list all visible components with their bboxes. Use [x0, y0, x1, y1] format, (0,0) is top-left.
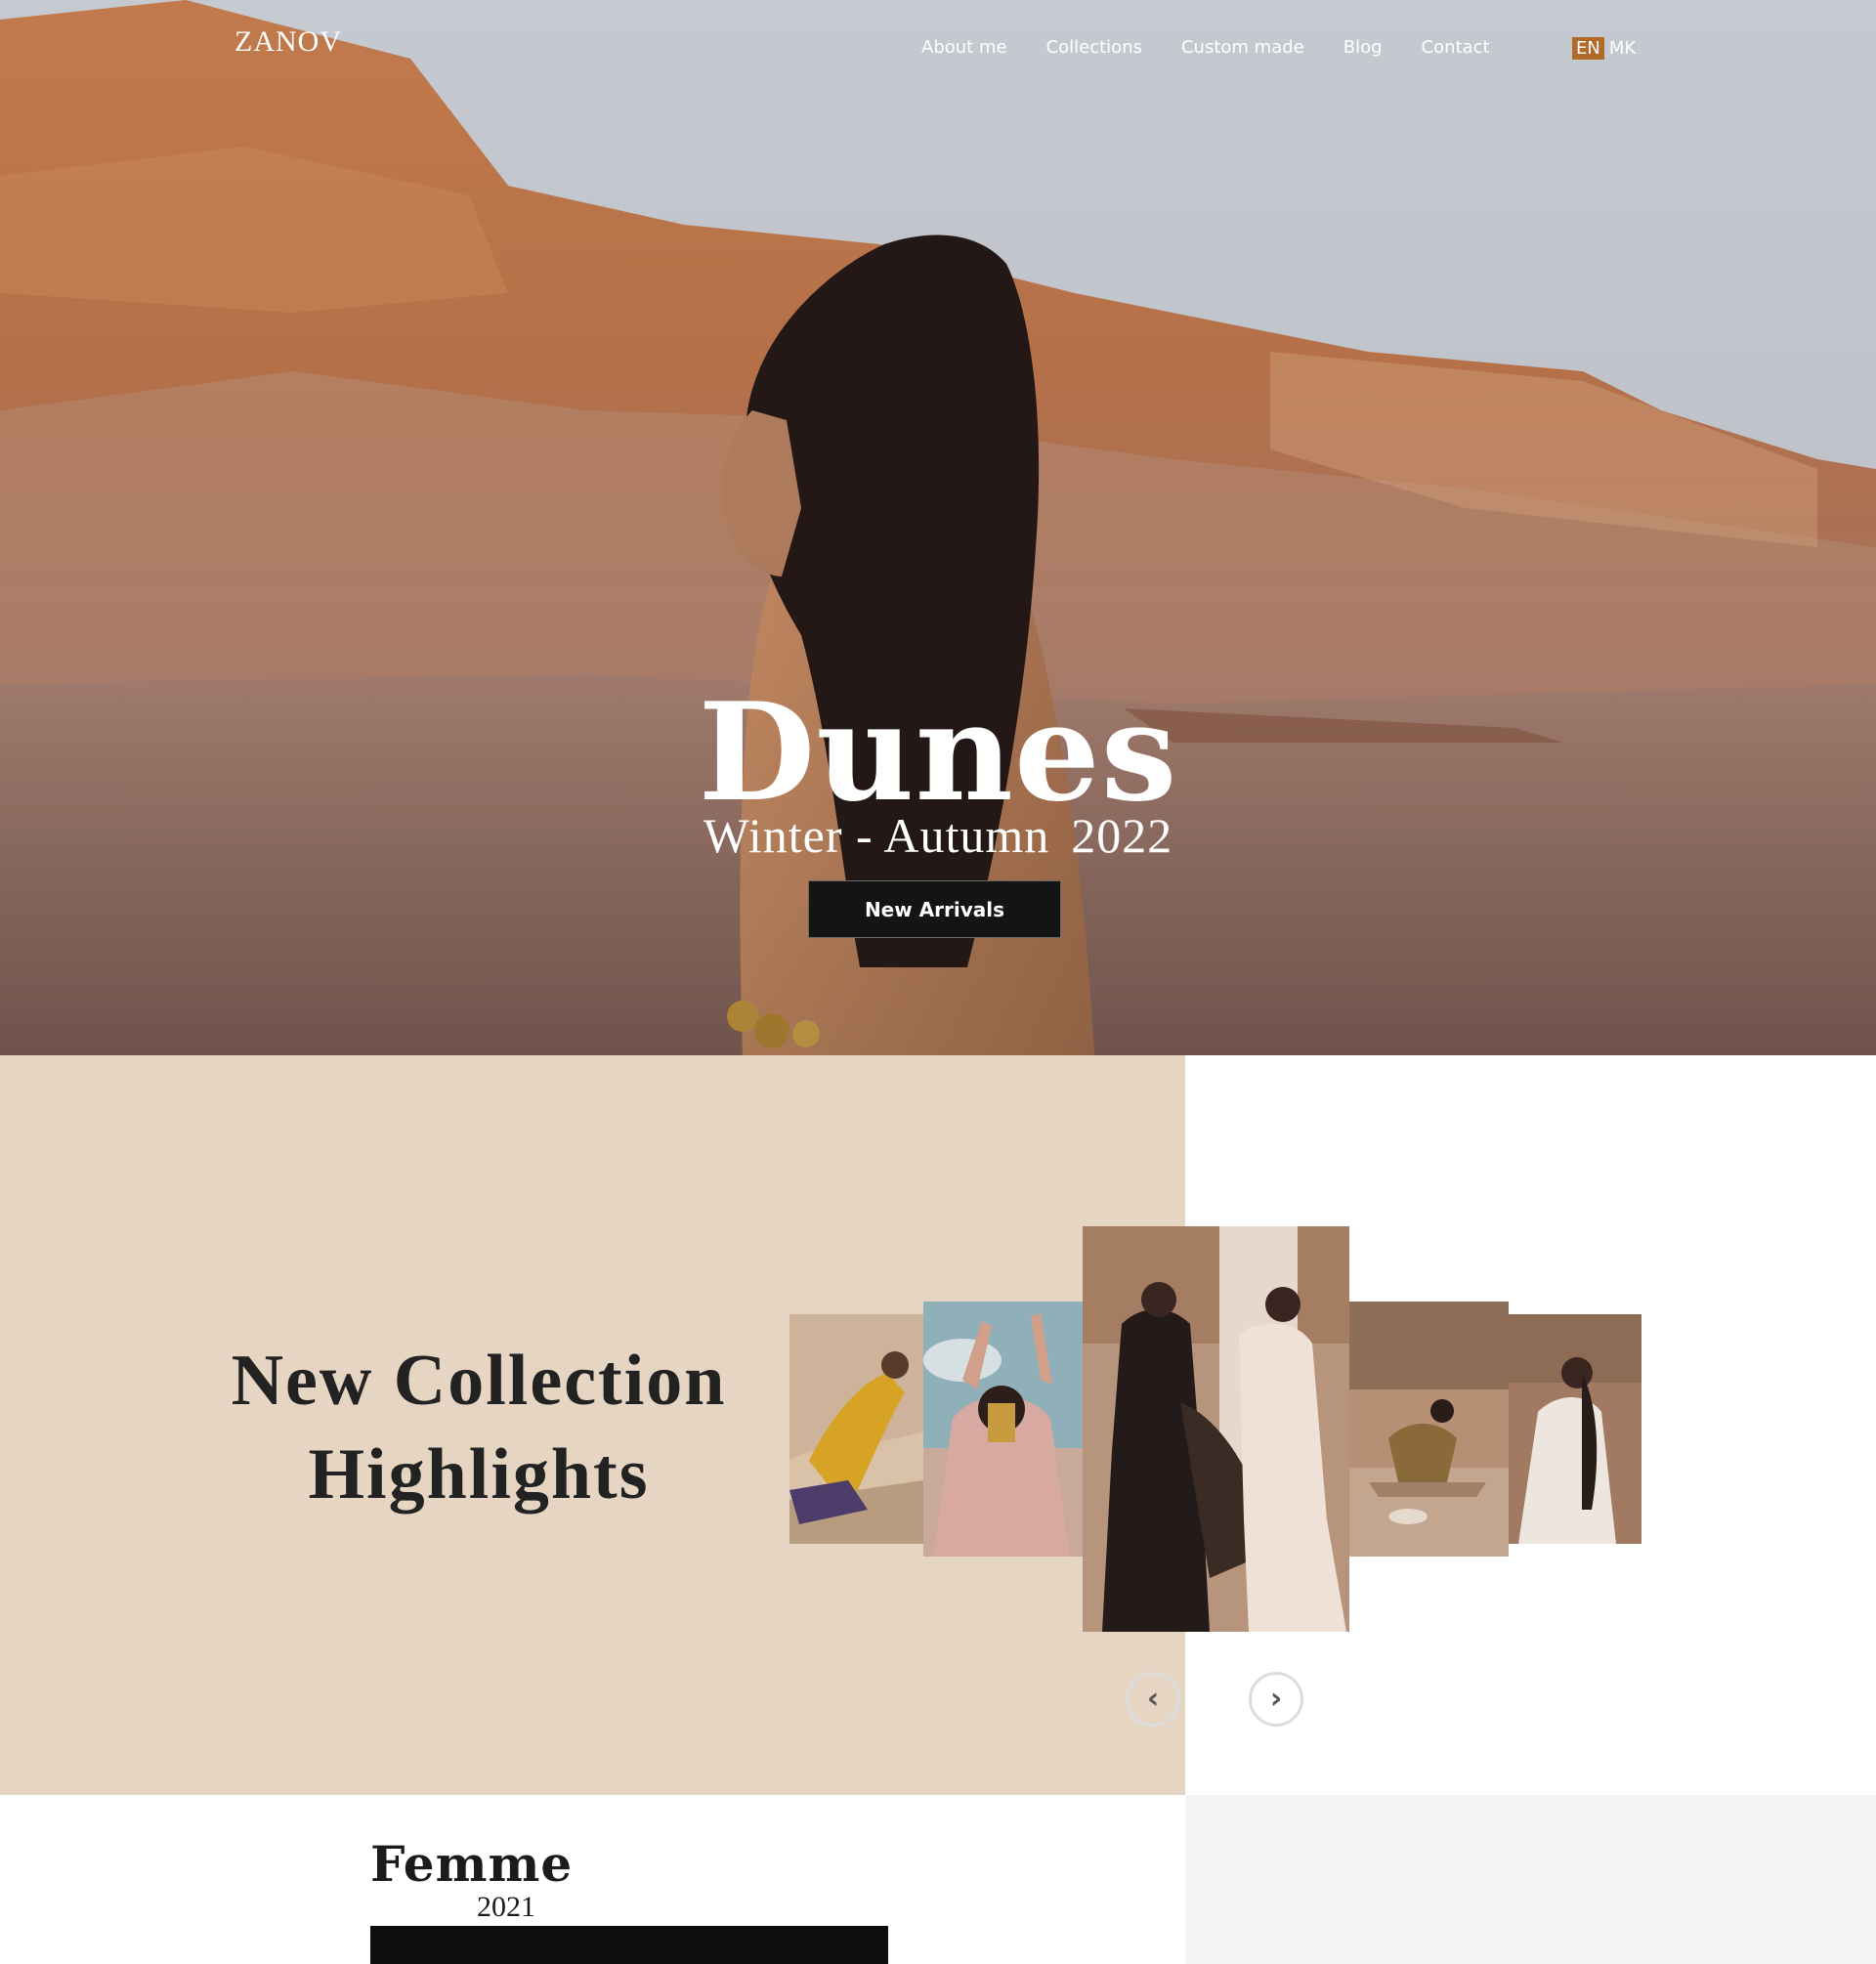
chevron-left-icon: ‹ — [1146, 1682, 1160, 1716]
hero-title: Dunes — [698, 672, 1178, 832]
hero-season: Winter - Autumn — [703, 808, 1050, 863]
collection-title: Femme — [370, 1835, 574, 1893]
highlight-photo-3[interactable] — [1083, 1226, 1349, 1632]
nav-item-custom-made[interactable]: Custom made — [1181, 37, 1304, 58]
hero-subtitle: Winter - Autumn 2022 — [0, 807, 1876, 864]
hero-section: ZANOV About me Collections Custom made B… — [0, 0, 1876, 1055]
chevron-right-icon: › — [1269, 1682, 1283, 1716]
hero-year: 2022 — [1071, 808, 1173, 863]
language-switcher: EN MK — [1572, 37, 1638, 60]
carousel-prev-button[interactable]: ‹ — [1126, 1672, 1180, 1727]
collection-side-panel — [1185, 1795, 1876, 1964]
nav-item-collections[interactable]: Collections — [1046, 37, 1142, 58]
main-nav: About me Collections Custom made Blog Co… — [921, 37, 1529, 58]
highlights-title-line1: New Collection — [231, 1341, 727, 1421]
new-arrivals-button[interactable]: New Arrivals — [808, 880, 1061, 938]
carousel-next-button[interactable]: › — [1249, 1672, 1303, 1727]
highlight-photo-2[interactable] — [923, 1302, 1083, 1557]
highlights-title-line2: Highlights — [308, 1434, 650, 1515]
language-en[interactable]: EN — [1572, 37, 1604, 60]
highlight-photo-5[interactable] — [1509, 1314, 1642, 1544]
collection-year: 2021 — [477, 1891, 535, 1923]
highlight-photo-4[interactable] — [1349, 1302, 1509, 1557]
language-mk[interactable]: MK — [1607, 37, 1638, 60]
brand-logo[interactable]: ZANOV — [234, 25, 342, 59]
highlight-photo-1[interactable] — [789, 1314, 923, 1544]
nav-item-about-me[interactable]: About me — [921, 37, 1007, 58]
nav-item-blog[interactable]: Blog — [1343, 37, 1383, 58]
collection-image[interactable] — [370, 1926, 888, 1964]
nav-item-contact[interactable]: Contact — [1422, 37, 1490, 58]
highlights-title: New Collection Highlights — [186, 1334, 772, 1521]
